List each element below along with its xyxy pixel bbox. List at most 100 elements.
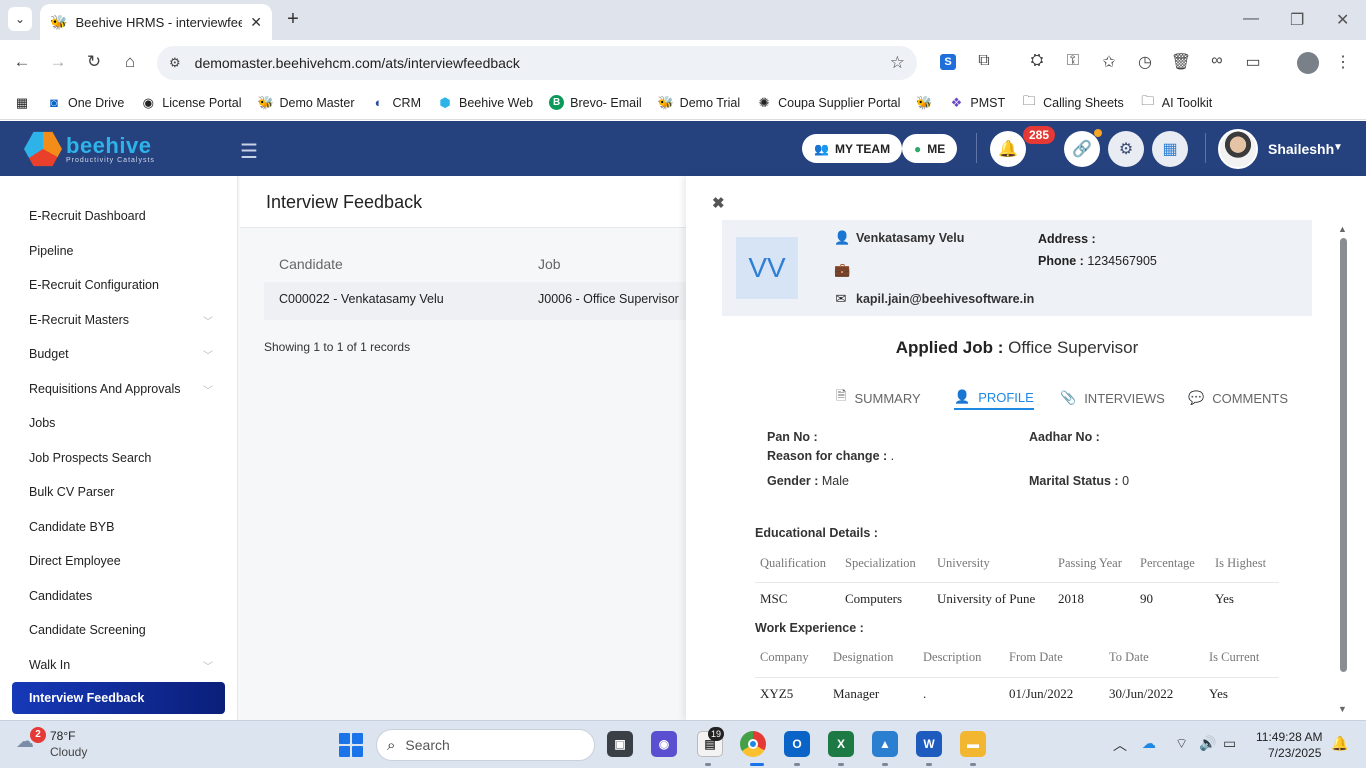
chevron-down-icon[interactable]: ﹀ — [203, 313, 213, 328]
user-menu-caret-icon[interactable]: ▼ — [1333, 142, 1343, 153]
excel-icon[interactable]: X — [828, 731, 854, 757]
devices-icon[interactable]: ▭ — [1242, 52, 1264, 72]
sidebar-item-candidate-screening[interactable]: Candidate Screening — [12, 614, 225, 646]
tab-interviews[interactable]: 📎 INTERVIEWS — [1060, 386, 1165, 410]
cell-job[interactable]: J0006 - Office Supervisor — [538, 292, 679, 306]
tab-comments[interactable]: 💬 COMMENTS — [1188, 386, 1288, 410]
my-team-button[interactable]: 👥 MY TEAM — [802, 134, 903, 163]
column-header-job[interactable]: Job — [538, 256, 561, 272]
task-view-icon[interactable]: ▣ — [607, 731, 633, 757]
apps-grid-icon[interactable]: ▦ — [1152, 131, 1188, 167]
notification-bell-icon[interactable]: 🔔 — [990, 131, 1026, 167]
history-icon[interactable]: ◷ — [1134, 52, 1156, 72]
clock-date[interactable]: 7/23/2025 — [1268, 746, 1321, 760]
link-icon[interactable]: 🔗 — [1064, 131, 1100, 167]
bookmark-license-portal[interactable]: ◉ License Portal — [140, 95, 242, 111]
teams-meet-icon[interactable]: ◉ — [651, 731, 677, 757]
chevron-down-icon[interactable]: ﹀ — [203, 658, 213, 673]
tab-profile[interactable]: 👤 PROFILE — [954, 386, 1034, 410]
sidebar-item-interview-feedback[interactable]: Interview Feedback — [12, 682, 225, 714]
tab-close-icon[interactable]: ✕ — [250, 14, 262, 31]
extensions-puzzle-icon[interactable]: ⧉ — [973, 52, 995, 70]
scroll-up-icon[interactable]: ▲ — [1338, 224, 1347, 234]
bookmark-coupa-supplier-portal[interactable]: ✺ Coupa Supplier Portal — [756, 95, 901, 111]
bookmark-crm[interactable]: ◐ CRM — [371, 95, 421, 110]
word-icon[interactable]: W — [916, 731, 942, 757]
bookmark-demo-trial[interactable]: 🐝 Demo Trial — [658, 95, 740, 111]
notification-center-icon[interactable]: 🔔 — [1331, 735, 1348, 752]
beehive-logo[interactable]: beehive Productivity Catalysts — [24, 127, 184, 171]
bookmark-pmst[interactable]: ❖ PMST — [948, 95, 1006, 111]
weather-temperature[interactable]: 78°F — [50, 729, 75, 743]
close-drawer-icon[interactable]: ✖ — [712, 194, 725, 212]
sidebar-item-bulk-cv-parser[interactable]: Bulk CV Parser — [12, 476, 225, 508]
window-close-icon[interactable]: ✕ — [1336, 10, 1349, 30]
sidebar-item-candidates[interactable]: Candidates — [12, 580, 225, 612]
sidebar-item-candidate-byb[interactable]: Candidate BYB — [12, 511, 225, 543]
candidate-email[interactable]: kapil.jain@beehivesoftware.in — [856, 292, 1034, 306]
tab-summary[interactable]: 🗎 SUMMARY — [836, 386, 921, 410]
incognito-icon[interactable]: ⛭ — [1026, 52, 1048, 70]
drawer-scrollbar[interactable]: ▲ ▼ — [1338, 224, 1348, 714]
sidebar-item-e-recruit-configuration[interactable]: E-Recruit Configuration — [12, 269, 225, 301]
user-avatar[interactable] — [1218, 129, 1258, 169]
tab-search-icon[interactable]: ⌄ — [8, 7, 32, 31]
weather-condition[interactable]: Cloudy — [50, 745, 87, 759]
scroll-down-icon[interactable]: ▼ — [1338, 704, 1347, 714]
bookmark-one-drive[interactable]: ◙ One Drive — [46, 95, 124, 110]
windows-start-icon[interactable] — [339, 733, 363, 757]
favorites-icon[interactable]: ✩ — [1098, 52, 1120, 72]
scrollbar-thumb[interactable] — [1340, 238, 1347, 672]
browser-menu-icon[interactable]: ⋮ — [1332, 52, 1354, 72]
chevron-down-icon[interactable]: ﹀ — [203, 347, 213, 362]
url-text[interactable]: demomaster.beehivehcm.com/ats/interviewf… — [195, 55, 876, 71]
link-icon[interactable]: ∞ — [1206, 52, 1228, 70]
sidebar-item-pipeline[interactable]: Pipeline — [12, 235, 225, 267]
sidebar-item-jobs[interactable]: Jobs — [12, 407, 225, 439]
bookmark-bee[interactable]: 🐝 — [916, 95, 932, 111]
taskbar-search[interactable]: ⌕ Search — [376, 729, 595, 761]
browser-tab-active[interactable]: 🐝 Beehive HRMS - interviewfeedb ✕ — [40, 4, 272, 40]
apps-grid-icon[interactable]: ▦ — [14, 95, 30, 111]
delete-icon[interactable]: 🗑 — [1170, 52, 1192, 72]
minimize-icon[interactable]: — — [1243, 10, 1259, 28]
cell-candidate[interactable]: C000022 - Venkatasamy Velu — [279, 292, 444, 306]
battery-icon[interactable]: ▭ — [1223, 735, 1236, 752]
menu-toggle-icon[interactable]: ☰ — [240, 139, 258, 164]
site-info-icon[interactable]: ⚙ — [169, 55, 181, 71]
password-key-icon[interactable]: ⚿ — [1062, 52, 1084, 70]
tray-overflow-icon[interactable]: ︿ — [1113, 735, 1127, 755]
home-icon[interactable]: ⌂ — [119, 52, 141, 72]
browser-profile-avatar[interactable] — [1297, 52, 1319, 74]
bookmark-demo-master[interactable]: 🐝 Demo Master — [258, 95, 355, 111]
new-tab-icon[interactable]: + — [282, 8, 304, 30]
bookmark-ai-toolkit[interactable]: 🗀 AI Toolkit — [1140, 92, 1212, 114]
user-name[interactable]: Shaileshh — [1268, 141, 1334, 157]
clock-time[interactable]: 11:49:28 AM — [1256, 730, 1323, 744]
column-header-candidate[interactable]: Candidate — [279, 256, 343, 272]
bookmark-brevo-email[interactable]: B Brevo- Email — [549, 95, 642, 110]
settings-gear-icon[interactable]: ⚙ — [1108, 131, 1144, 167]
bookmark-star-icon[interactable]: ☆ — [890, 53, 905, 73]
me-button[interactable]: ● ME — [902, 134, 958, 163]
back-icon[interactable]: ← — [11, 52, 33, 72]
table-row[interactable]: C000022 - Venkatasamy Velu J0006 - Offic… — [264, 282, 686, 320]
sidebar-item-e-recruit-dashboard[interactable]: E-Recruit Dashboard — [12, 200, 225, 232]
outlook-icon[interactable]: O — [784, 731, 810, 757]
wifi-icon[interactable]: ⌔ — [1175, 735, 1188, 753]
sidebar-item-budget[interactable]: Budget ﹀ — [12, 338, 225, 370]
sidebar-item-walk-in[interactable]: Walk In ﹀ — [12, 649, 225, 681]
onedrive-cloud-icon[interactable]: ☁ — [1142, 735, 1156, 752]
url-bar[interactable]: ⚙ demomaster.beehivehcm.com/ats/intervie… — [157, 46, 917, 80]
file-explorer-icon[interactable]: ▬ — [960, 731, 986, 757]
sidebar-item-job-prospects-search[interactable]: Job Prospects Search — [12, 442, 225, 474]
chrome-icon[interactable] — [740, 731, 766, 757]
bookmark-calling-sheets[interactable]: 🗀 Calling Sheets — [1021, 92, 1124, 114]
forward-icon[interactable]: → — [47, 52, 69, 72]
volume-icon[interactable]: 🔊 — [1199, 735, 1216, 752]
restore-icon[interactable]: ❐ — [1290, 10, 1304, 30]
extension-s-icon[interactable]: S — [937, 52, 959, 70]
sidebar-item-e-recruit-masters[interactable]: E-Recruit Masters ﹀ — [12, 304, 225, 336]
bookmark-beehive-web[interactable]: ⬢ Beehive Web — [437, 95, 533, 111]
sidebar-item-requisitions-and-approvals[interactable]: Requisitions And Approvals ﹀ — [12, 373, 225, 405]
